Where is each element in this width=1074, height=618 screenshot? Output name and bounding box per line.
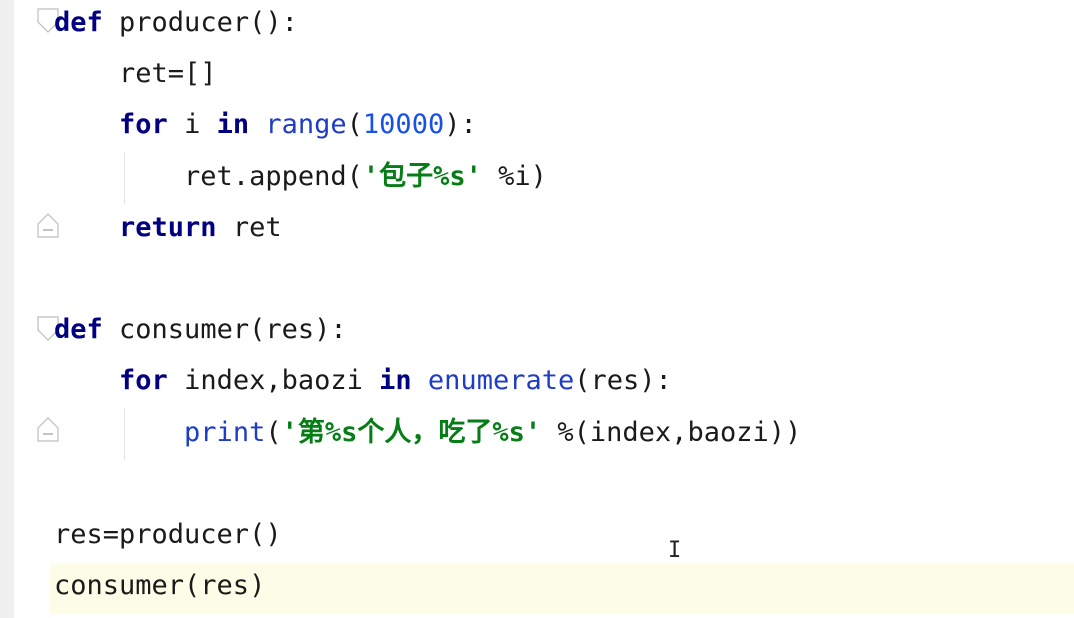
code-token: consumer(res):: [102, 314, 347, 346]
code-token: for: [119, 365, 168, 397]
code-token: in: [216, 109, 250, 141]
code-line[interactable]: def consumer(res):: [54, 307, 1074, 358]
code-token: ret=[]: [119, 58, 217, 90]
code-token: %i): [481, 160, 547, 192]
code-line[interactable]: return ret: [54, 205, 1074, 256]
code-token: 10000: [362, 109, 445, 141]
code-token: for: [119, 109, 168, 141]
code-line-current[interactable]: consumer(res): [50, 563, 1074, 615]
code-line[interactable]: for index,baozi in enumerate(res):: [54, 358, 1074, 409]
code-line[interactable]: ret=[]: [54, 51, 1074, 102]
code-token: %(index,baozi)): [541, 416, 802, 448]
code-line[interactable]: [54, 461, 1074, 512]
code-token: '包子%s': [362, 160, 482, 192]
code-line[interactable]: [54, 256, 1074, 307]
code-line[interactable]: ret.append('包子%s' %i): [54, 154, 1074, 205]
code-token: in: [379, 365, 412, 397]
code-token: index,baozi: [167, 365, 380, 397]
code-token: '第%s个人，吃了%s': [281, 416, 542, 448]
code-token: producer():: [102, 7, 298, 38]
code-token: ret: [216, 211, 282, 243]
code-token: res=producer(): [54, 519, 282, 550]
code-token: i: [167, 109, 217, 141]
code-token: range: [265, 109, 347, 141]
code-token: print: [184, 416, 266, 448]
code-token: ):: [444, 109, 477, 141]
code-token: return: [119, 211, 217, 243]
code-line[interactable]: def producer():: [54, 0, 1074, 51]
code-line[interactable]: res=producer(): [54, 512, 1074, 563]
code-token: ret.append(: [184, 160, 363, 192]
code-token: (: [265, 416, 282, 448]
code-token: (res):: [574, 365, 672, 397]
code-token: def: [54, 314, 103, 346]
code-token: enumerate: [427, 365, 575, 397]
code-token: def: [54, 7, 103, 38]
code-line[interactable]: for i in range(10000):: [54, 102, 1074, 153]
code-token: (: [346, 109, 363, 141]
text-cursor-icon: I: [668, 538, 682, 563]
code-editor[interactable]: def producer(): ret=[] for i in range(10…: [0, 0, 1074, 618]
code-token: consumer(res): [54, 570, 266, 602]
code-line[interactable]: print('第%s个人，吃了%s' %(index,baozi)): [54, 410, 1074, 461]
